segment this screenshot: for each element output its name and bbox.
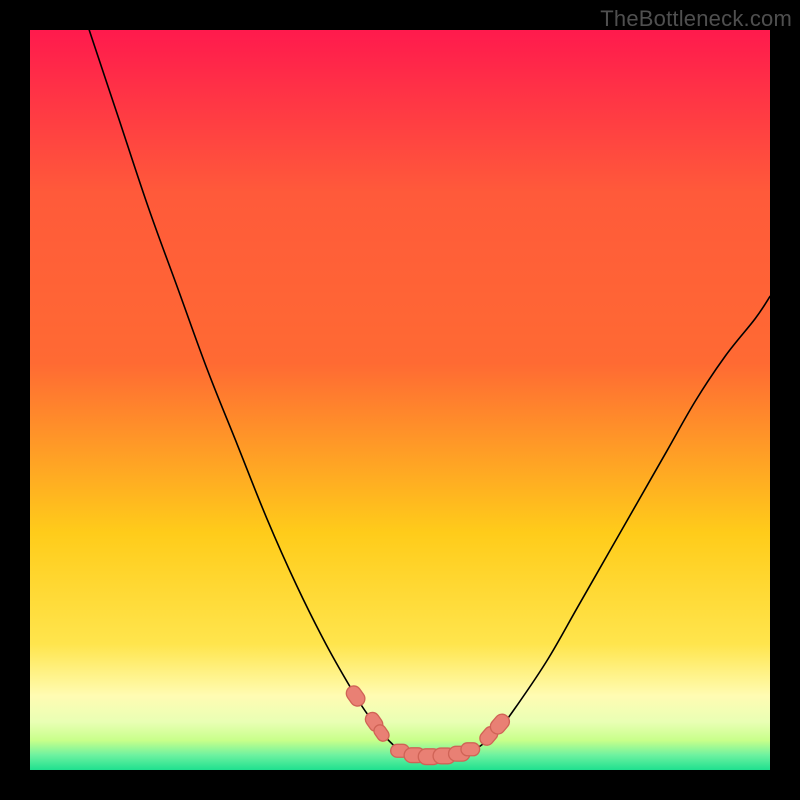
chart-frame: TheBottleneck.com: [0, 0, 800, 800]
curve-marker: [343, 683, 367, 709]
curve-marker: [461, 743, 480, 756]
marker-layer: [30, 30, 770, 770]
watermark-text: TheBottleneck.com: [600, 6, 792, 32]
plot-area: [30, 30, 770, 770]
